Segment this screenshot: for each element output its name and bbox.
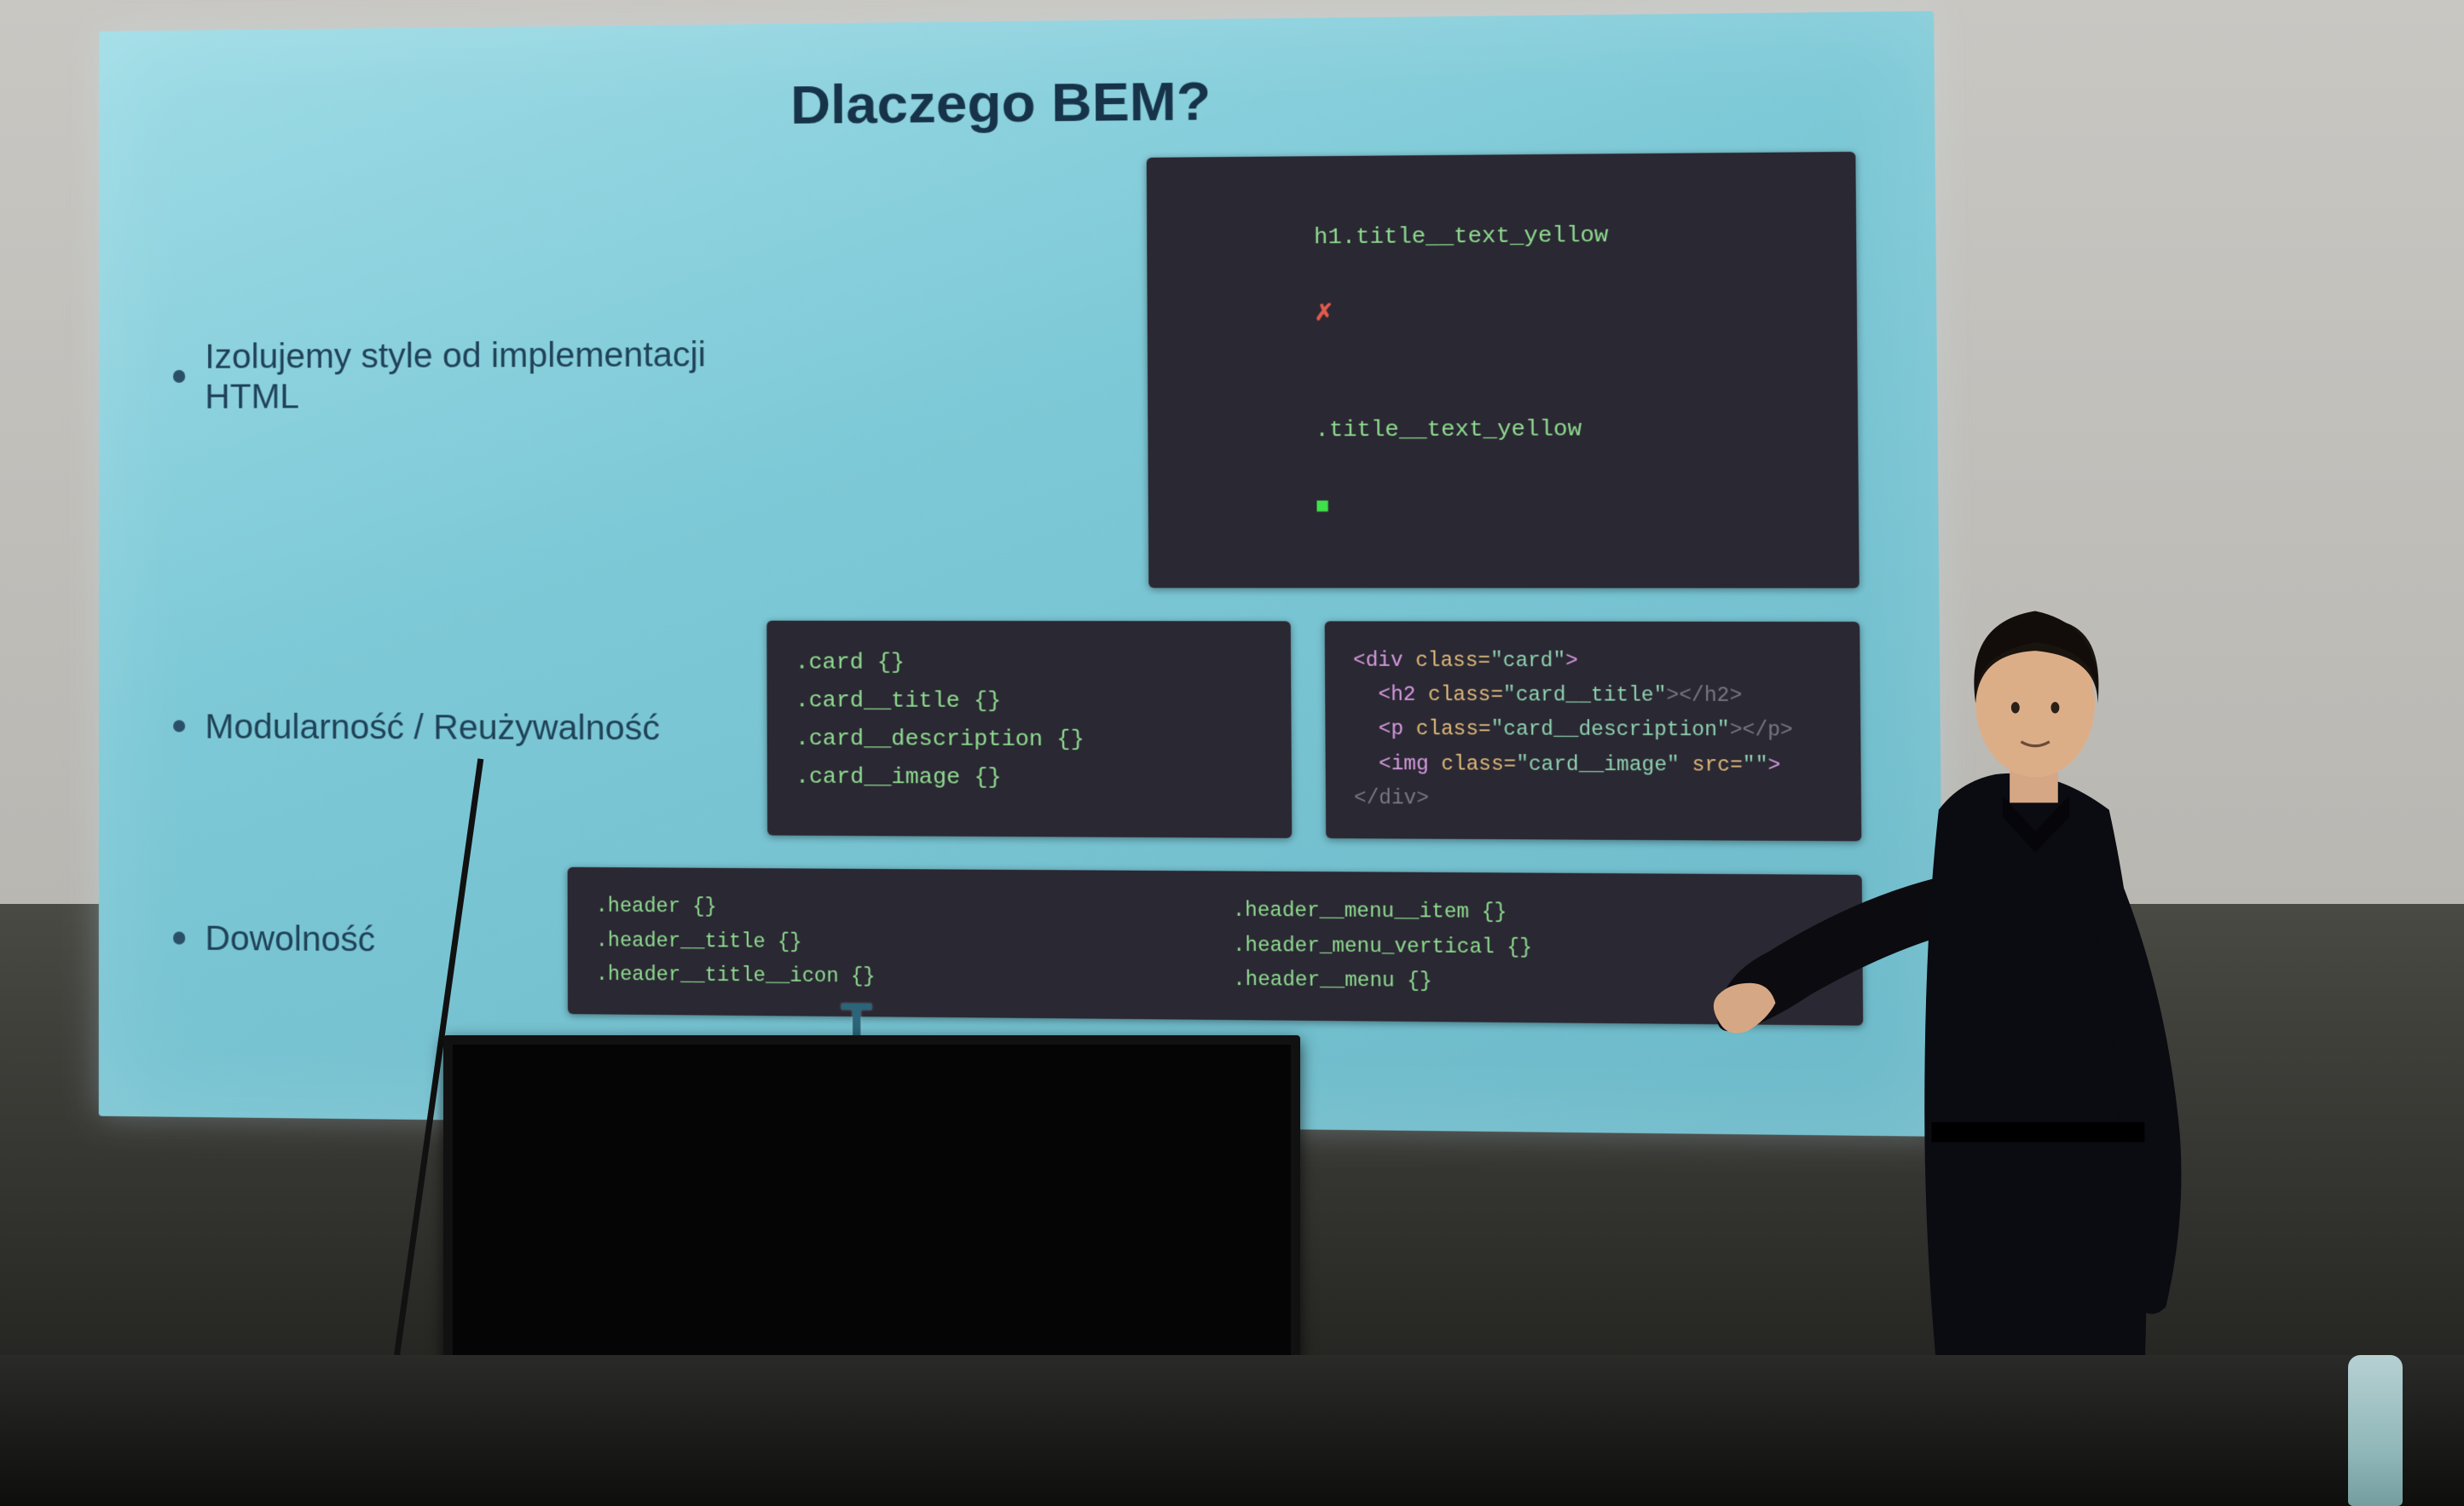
code-line: h1.title__text_yellow ✗: [1174, 176, 1828, 373]
bullet-isolate-text: Izolujemy style od implementacji HTML: [205, 334, 732, 417]
projector-screen: Dlaczego BEM? Izolujemy style od impleme…: [98, 11, 1943, 1136]
code: .header {}: [595, 895, 716, 918]
code: .card__title {}: [795, 687, 1001, 714]
slide-title: Dlaczego BEM?: [172, 63, 1854, 142]
code: .card__description {}: [795, 726, 1084, 753]
code: .header_menu_vertical {}: [1232, 934, 1531, 959]
code-line: .title__text_yellow ■: [1175, 370, 1830, 565]
code-box-html-card: <div class="card"> <h2 class="card__titl…: [1324, 621, 1861, 842]
bullet-dot-icon: [172, 932, 185, 945]
code-line: </div>: [1354, 782, 1832, 819]
check-icon: ■: [1315, 494, 1329, 520]
presentation-photo: Dlaczego BEM? Izolujemy style od impleme…: [0, 0, 2464, 1506]
water-bottle: [2348, 1355, 2403, 1506]
bullet-modular-text: Modularność / Reużywalność: [205, 706, 660, 748]
code-line: <h2 class="card__title"></h2>: [1353, 679, 1831, 715]
code-box-selector-compare: h1.title__text_yellow ✗ .title__text_yel…: [1146, 153, 1859, 588]
code: .card__image {}: [795, 764, 1001, 791]
slide-row-modular: Modularność / Reużywalność .card {} .car…: [172, 620, 1861, 842]
code-line: <img class="card__image" src="">: [1353, 747, 1831, 784]
good-selector: .title__text_yellow: [1315, 416, 1582, 443]
bad-selector: h1.title__text_yellow: [1314, 222, 1609, 250]
cross-icon: ✗: [1314, 301, 1333, 327]
code: .header__title__icon {}: [595, 964, 875, 988]
code: .header__menu__item {}: [1232, 900, 1507, 924]
slide-row-isolate: Izolujemy style od implementacji HTML h1…: [172, 153, 1859, 588]
code-box-css-card: .card {} .card__title {} .card__descript…: [766, 621, 1291, 839]
code: .card {}: [795, 649, 905, 675]
code: .header__title {}: [595, 930, 801, 953]
code-box-header-classes: .header {} .header__menu__item {} .heade…: [568, 868, 1863, 1027]
code-line: <p class="card__description"></p>: [1353, 713, 1831, 749]
desk: [0, 1355, 2464, 1506]
bullet-isolate: Izolujemy style od implementacji HTML: [172, 334, 732, 417]
bullet-freedom: Dowolność: [172, 866, 535, 1015]
code: .header__menu {}: [1233, 969, 1432, 993]
slide-row-freedom: Dowolność .header {} .header__menu__item…: [172, 866, 1863, 1027]
bullet-dot-icon: [172, 720, 184, 733]
bullet-modular: Modularność / Reużywalność: [172, 620, 733, 836]
bullet-dot-icon: [172, 370, 184, 382]
code-line: <div class="card">: [1353, 644, 1831, 680]
bullet-freedom-text: Dowolność: [205, 918, 375, 960]
